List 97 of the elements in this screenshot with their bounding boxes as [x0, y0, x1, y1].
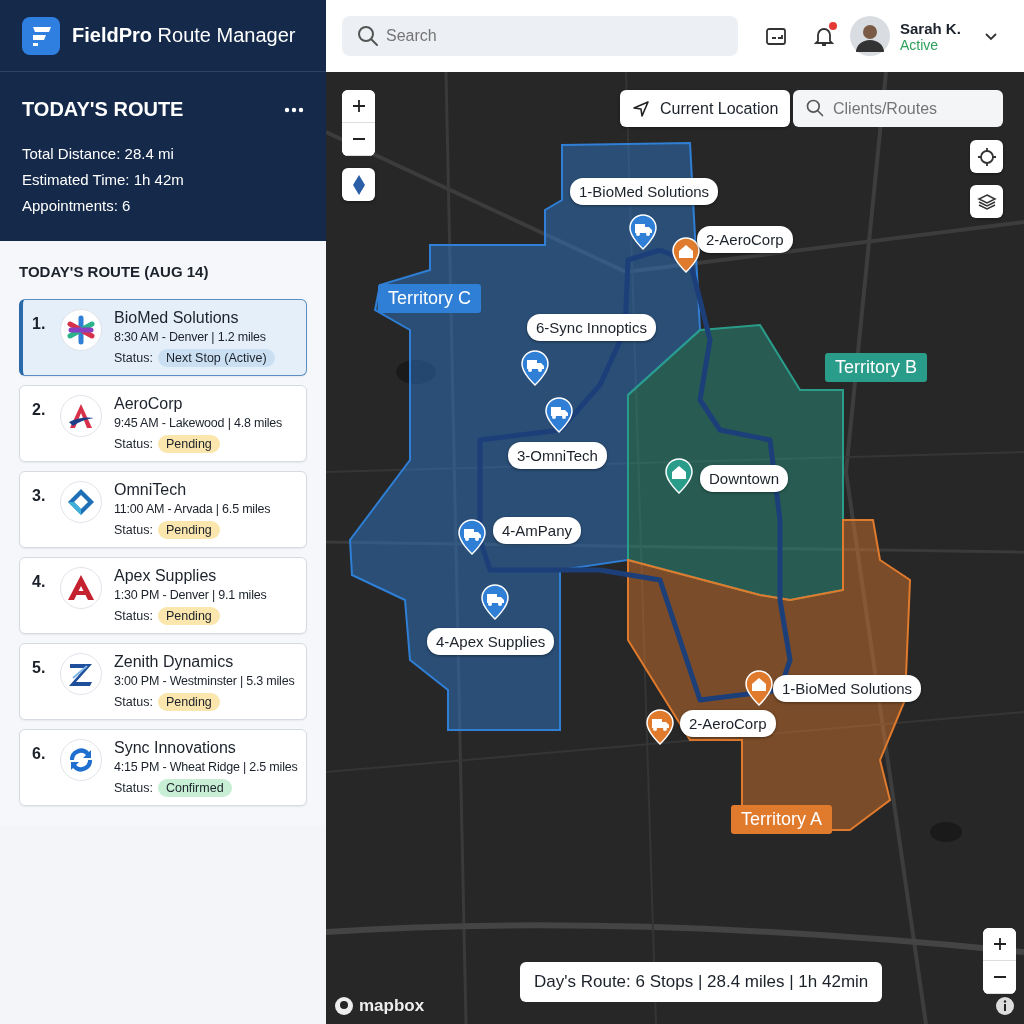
- stop-card[interactable]: 2. AeroCorp 9:45 AM - Lakewood | 4.8 miles Status: Pending: [19, 385, 307, 462]
- status-label: Status:: [114, 695, 153, 709]
- search-icon: [356, 24, 380, 48]
- summary-stat: Estimated Time: 1h 42m: [22, 170, 185, 190]
- search-icon: [805, 98, 825, 118]
- home-pin-icon[interactable]: [665, 458, 693, 494]
- status-label: Status:: [114, 351, 153, 365]
- clients-search-field[interactable]: Clients/Routes: [793, 90, 1003, 127]
- summary-title: TODAY'S ROUTE: [22, 98, 184, 121]
- truck-pin-icon[interactable]: [481, 584, 509, 620]
- status-badge: Pending: [157, 607, 220, 625]
- user-name: Sarah K.: [900, 19, 961, 37]
- stop-details: 11:00 AM - Arvada | 6.5 miles: [114, 502, 271, 516]
- route-summary: Day's Route: 6 Stops | 28.4 miles | 1h 42min: [520, 962, 883, 1002]
- layers-icon: [976, 191, 997, 212]
- truck-pin-icon[interactable]: [521, 350, 549, 386]
- stop-card[interactable]: 5. Zenith Dynamics 3:00 PM - Westminster | 5.3 miles Status: Pending: [19, 643, 307, 720]
- zoom-in-button[interactable]: [983, 928, 1016, 961]
- status-badge: Pending: [157, 693, 220, 711]
- marker-label[interactable]: 2-AeroCorp: [680, 710, 776, 737]
- stop-number: 5.: [32, 658, 47, 678]
- summary-stat: Appointments: 6: [22, 196, 132, 216]
- search-field[interactable]: Search: [342, 16, 738, 56]
- stop-name: AeroCorp: [114, 395, 184, 413]
- marker-label[interactable]: 1-BioMed Solutions: [570, 178, 719, 205]
- marker-label[interactable]: Downtown: [700, 465, 789, 492]
- stop-card[interactable]: 3. OmniTech 11:00 AM - Arvada | 6.5 miles Status: Pending: [19, 471, 307, 548]
- stop-details: 9:45 AM - Lakewood | 4.8 miles: [114, 416, 283, 430]
- stop-card[interactable]: 1. BioMed Solutions 8:30 AM - Denver | 1.2 miles Status: Next Stop (Active): [19, 299, 307, 376]
- crosshair-icon: [976, 146, 997, 167]
- truck-pin-icon[interactable]: [545, 397, 573, 433]
- plus-icon: [350, 98, 367, 114]
- stop-number: 1.: [32, 314, 47, 334]
- stop-details: 8:30 AM - Denver | 1.2 miles: [114, 330, 267, 344]
- route-list-heading: TODAY'S ROUTE (AUG 14): [19, 263, 210, 280]
- minus-icon: [350, 137, 367, 141]
- stop-details: 3:00 PM - Westminster | 5.3 miles: [114, 674, 295, 688]
- status-badge: Pending: [157, 435, 220, 453]
- territory-label: Territory C: [378, 284, 481, 313]
- company-logo-icon: [60, 395, 102, 437]
- app-logo-icon: [22, 16, 60, 55]
- status-label: Status:: [114, 523, 153, 537]
- territory-label: Territory B: [825, 353, 927, 382]
- zoom-in-button[interactable]: [342, 90, 375, 123]
- stop-name: Zenith Dynamics: [114, 653, 235, 671]
- marker-label[interactable]: 2-AeroCorp: [697, 226, 793, 253]
- marker-label[interactable]: 4-Apex Supplies: [427, 628, 555, 655]
- stop-name: BioMed Solutions: [114, 309, 240, 327]
- stop-name: OmniTech: [114, 481, 188, 499]
- stop-card[interactable]: 4. Apex Supplies 1:30 PM - Denver | 9.1 miles Status: Pending: [19, 557, 307, 634]
- stop-number: 4.: [32, 572, 47, 592]
- status-badge: Next Stop (Active): [157, 349, 275, 367]
- marker-label[interactable]: 1-BioMed Solutions: [773, 675, 922, 702]
- avatar[interactable]: [850, 16, 890, 56]
- user-status: Active: [900, 36, 940, 53]
- stop-details: 1:30 PM - Denver | 9.1 miles: [114, 588, 267, 602]
- stop-details: 4:15 PM - Wheat Ridge | 2.5 miles: [114, 760, 298, 774]
- truck-pin-icon[interactable]: [629, 214, 657, 250]
- mapbox-logo-icon: [334, 996, 354, 1016]
- status-badge: Confirmed: [157, 779, 232, 797]
- info-icon[interactable]: [995, 996, 1015, 1016]
- marker-label[interactable]: 3-OmniTech: [508, 442, 607, 469]
- minus-icon: [991, 975, 1008, 979]
- stop-number: 3.: [32, 486, 47, 506]
- plus-icon: [991, 936, 1008, 952]
- truck-pin-icon[interactable]: [646, 709, 674, 745]
- app-title: FieldPro Route Manager: [72, 24, 296, 47]
- stop-card[interactable]: 6. Sync Innovations 4:15 PM - Wheat Ridge | 2.5 miles Status: Confirmed: [19, 729, 307, 806]
- home-pin-icon[interactable]: [745, 670, 773, 706]
- status-badge: Pending: [157, 521, 220, 539]
- stop-name: Sync Innovations: [114, 739, 237, 757]
- notification-bell-icon[interactable]: [812, 24, 836, 48]
- company-logo-icon: [60, 309, 102, 351]
- stop-name: Apex Supplies: [114, 567, 218, 585]
- company-logo-icon: [60, 481, 102, 523]
- company-logo-icon: [60, 653, 102, 695]
- current-location-button[interactable]: Current Location: [620, 90, 791, 127]
- compass-button[interactable]: [342, 168, 375, 201]
- status-label: Status:: [114, 437, 153, 451]
- status-label: Status:: [114, 781, 153, 795]
- truck-pin-icon[interactable]: [458, 519, 486, 555]
- marker-label[interactable]: 4-AmPany: [493, 517, 582, 544]
- company-logo-icon: [60, 567, 102, 609]
- navigation-arrow-icon: [632, 99, 650, 118]
- locate-button[interactable]: [970, 140, 1003, 173]
- marker-label[interactable]: 6-Sync Innoptics: [527, 314, 656, 341]
- company-logo-icon: [60, 739, 102, 781]
- map-attribution: mapbox: [359, 996, 425, 1016]
- more-icon[interactable]: [284, 106, 304, 113]
- status-label: Status:: [114, 609, 153, 623]
- diamond-icon: [351, 173, 366, 196]
- stop-number: 2.: [32, 400, 47, 420]
- home-pin-icon[interactable]: [672, 237, 700, 273]
- territory-label: Territory A: [731, 805, 833, 834]
- summary-stat: Total Distance: 28.4 mi: [22, 144, 175, 164]
- layers-button[interactable]: [970, 185, 1003, 218]
- stop-number: 6.: [32, 744, 47, 764]
